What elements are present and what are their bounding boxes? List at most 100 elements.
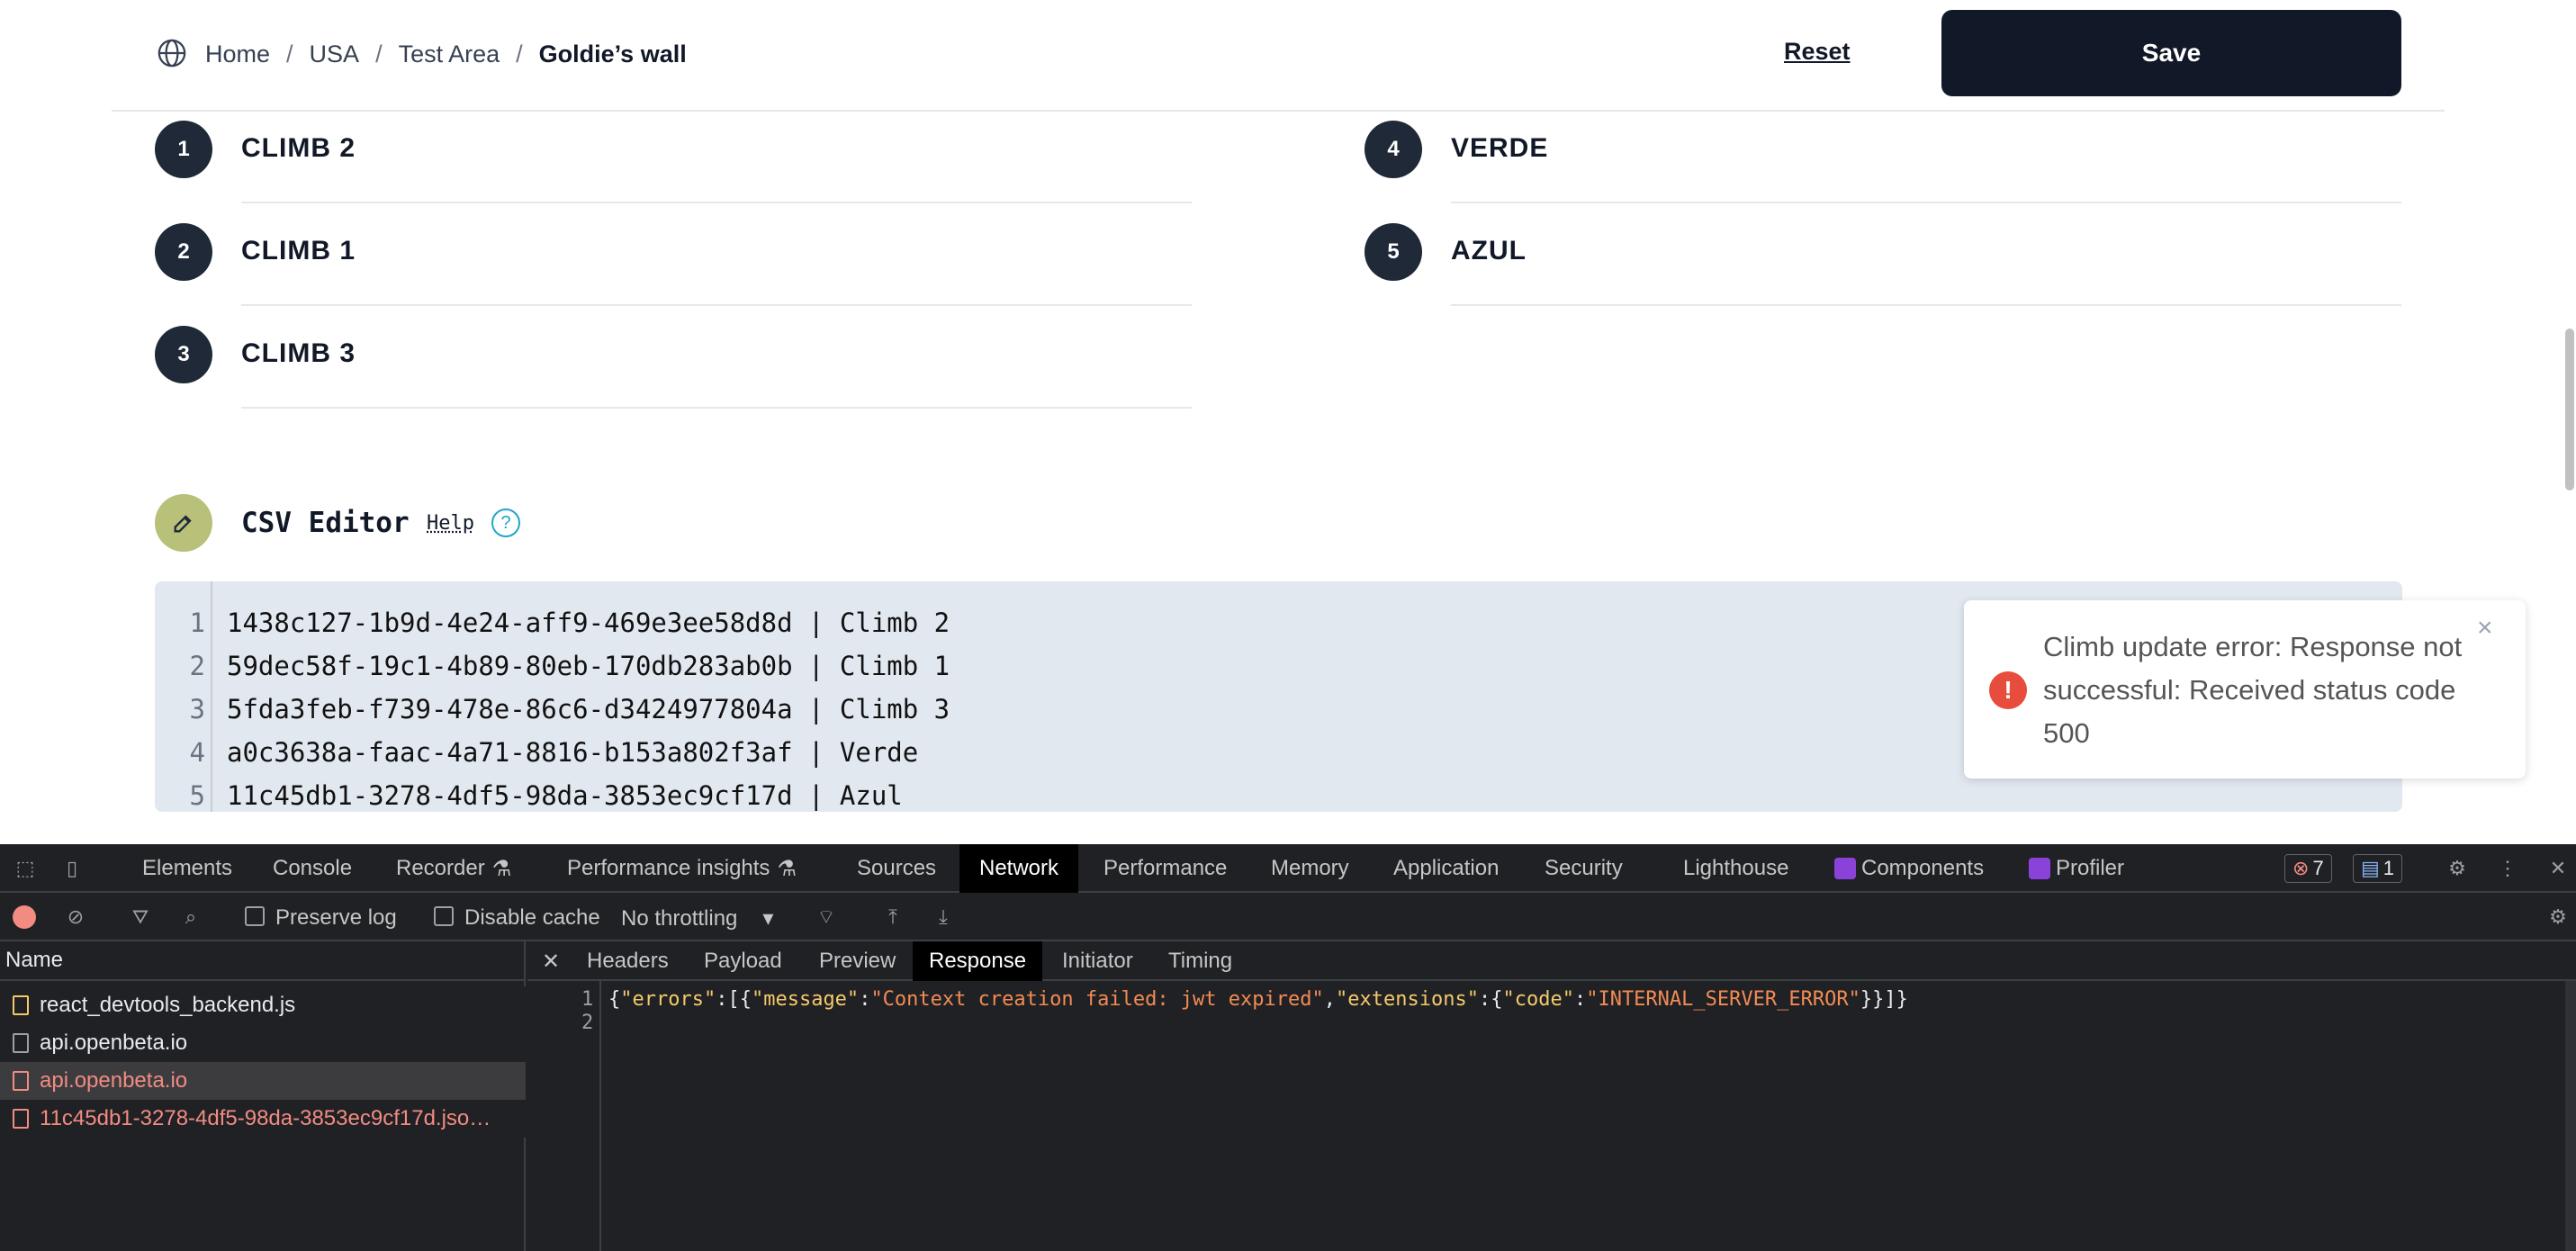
tab-label: Performance insights (567, 856, 770, 880)
upload-icon[interactable]: ⤒ (880, 904, 905, 930)
tab-timing[interactable]: Timing (1168, 941, 1232, 981)
line-number: 1 (581, 988, 594, 1011)
response-viewer[interactable]: 1 2 {"errors":[{"message":"Context creat… (527, 981, 2576, 1251)
close-icon[interactable]: × (2477, 613, 2493, 644)
devtools-tab-bar: ⬚ ▯ Elements Console Recorder ⚗ Performan… (0, 844, 2576, 893)
record-icon[interactable] (13, 905, 36, 929)
search-icon[interactable]: ⌕ (178, 904, 203, 930)
breadcrumb-test-area[interactable]: Test Area (399, 40, 500, 68)
climb-item[interactable]: 5 AZUL (1365, 223, 2401, 326)
breadcrumb-usa[interactable]: USA (310, 40, 360, 68)
tab-profiler[interactable]: Profiler (2029, 844, 2124, 893)
request-row[interactable]: api.openbeta.io (0, 1024, 526, 1062)
request-row-selected[interactable]: api.openbeta.io (0, 1062, 526, 1100)
climb-name: CLIMB 3 (241, 338, 356, 368)
climb-number-badge: 5 (1365, 223, 1422, 281)
tab-label: Components (1861, 856, 1985, 880)
throttling-value: No throttling (621, 906, 738, 931)
more-options-icon[interactable]: ⋮ (2495, 856, 2520, 881)
error-count: 7 (2312, 857, 2324, 879)
inspect-icon[interactable]: ⬚ (13, 856, 38, 881)
response-body: {"errors":[{"message":"Context creation … (608, 988, 1908, 1011)
line-text: 1438c127-1b9d-4e24-aff9-469e3ee58d8d | C… (227, 608, 950, 638)
response-token: "message" (751, 988, 860, 1011)
globe-icon (158, 39, 186, 68)
line-number: 5 (189, 780, 205, 811)
save-button[interactable]: Save (1941, 10, 2401, 96)
filter-icon[interactable]: ⛛ (128, 904, 153, 930)
tab-label: Profiler (2056, 856, 2125, 880)
climb-number-badge: 2 (155, 223, 212, 281)
climb-item[interactable]: 1 CLIMB 2 (155, 121, 1192, 223)
tab-recorder[interactable]: Recorder ⚗ (396, 844, 511, 893)
climb-item[interactable]: 3 CLIMB 3 (155, 326, 1192, 428)
detail-tab-bar: ✕ Headers Payload Preview Response Initi… (527, 941, 2576, 981)
preserve-log-label: Preserve log (275, 905, 397, 930)
request-name: api.openbeta.io (40, 1068, 188, 1093)
divider (1451, 202, 2401, 203)
request-row[interactable]: react_devtools_backend.js (0, 986, 526, 1024)
close-icon[interactable]: ✕ (542, 941, 560, 981)
response-token: : (859, 988, 871, 1011)
tab-lighthouse[interactable]: Lighthouse (1683, 844, 1788, 893)
throttling-select[interactable]: No throttling ▾ (621, 905, 773, 932)
request-list: Name react_devtools_backend.js api.openb… (0, 941, 526, 1251)
download-icon[interactable]: ⤓ (931, 904, 956, 930)
tab-elements[interactable]: Elements (142, 844, 232, 893)
response-token: "extensions" (1336, 988, 1479, 1011)
tab-preview[interactable]: Preview (819, 941, 896, 981)
name-column-header[interactable]: Name (0, 941, 526, 981)
reset-button[interactable]: Reset (1784, 38, 1851, 66)
help-icon[interactable]: ? (491, 508, 520, 537)
error-count-badge[interactable]: ⊗ 7 (2284, 854, 2332, 883)
response-token: : (1573, 988, 1587, 1011)
gear-icon[interactable]: ⚙ (2445, 856, 2470, 881)
gear-icon[interactable]: ⚙ (2545, 904, 2571, 930)
flask-icon: ⚗ (777, 856, 797, 881)
tab-components[interactable]: Components (1834, 844, 1984, 893)
climb-item[interactable]: 2 CLIMB 1 (155, 223, 1192, 326)
tab-payload[interactable]: Payload (704, 941, 782, 981)
tab-memory[interactable]: Memory (1271, 844, 1349, 893)
page-scrollbar[interactable] (2565, 328, 2574, 490)
disable-cache-checkbox[interactable] (434, 906, 454, 926)
climb-number-badge: 4 (1365, 121, 1422, 178)
clear-icon[interactable]: ⊘ (63, 904, 88, 930)
climb-number-badge: 1 (155, 121, 212, 178)
edit-icon (155, 494, 212, 552)
climb-item[interactable]: 4 VERDE (1365, 121, 2401, 223)
toast-message: Climb update error: Response not success… (2043, 631, 2463, 749)
tab-application[interactable]: Application (1393, 844, 1499, 893)
line-gutter: 1 2 (527, 981, 601, 1251)
tab-performance[interactable]: Performance (1103, 844, 1227, 893)
tab-initiator[interactable]: Initiator (1062, 941, 1133, 981)
breadcrumb-home[interactable]: Home (205, 40, 270, 68)
device-toolbar-icon[interactable]: ▯ (59, 856, 85, 881)
network-conditions-icon[interactable]: ⌔ (814, 904, 839, 930)
error-icon: ! (1989, 671, 2027, 709)
response-scrollbar[interactable] (2565, 981, 2576, 1251)
script-file-icon (13, 995, 29, 1015)
devtools-panel: ⬚ ▯ Elements Console Recorder ⚗ Performan… (0, 844, 2576, 1251)
message-count-badge[interactable]: ▤ 1 (2353, 854, 2403, 883)
close-icon[interactable]: ✕ (2545, 856, 2571, 881)
response-token: "code" (1502, 988, 1574, 1011)
preserve-log-checkbox[interactable] (245, 906, 265, 926)
line-text: a0c3638a-faac-4a71-8816-b153a802f3af | V… (227, 737, 919, 768)
tab-console[interactable]: Console (273, 844, 352, 893)
tab-response[interactable]: Response (913, 941, 1043, 981)
response-token: :{ (1478, 988, 1503, 1011)
tab-sources[interactable]: Sources (857, 844, 936, 893)
breadcrumb: Home / USA / Test Area / Goldie’s wall (205, 38, 687, 70)
help-link[interactable]: Help (427, 512, 474, 535)
tab-security[interactable]: Security (1545, 844, 1623, 893)
tab-performance-insights[interactable]: Performance insights ⚗ (567, 844, 797, 893)
tab-network[interactable]: Network (959, 844, 1079, 893)
tab-headers[interactable]: Headers (587, 941, 669, 981)
message-icon: ▤ (2361, 857, 2380, 879)
request-row[interactable]: 11c45db1-3278-4df5-98da-3853ec9cf17d.jso… (0, 1100, 526, 1138)
climb-number-badge: 3 (155, 326, 212, 383)
error-toast: ! Climb update error: Response not succe… (1964, 600, 2526, 778)
climb-name: CLIMB 1 (241, 236, 356, 266)
editor-line[interactable]: 5 11c45db1-3278-4df5-98da-3853ec9cf17d |… (155, 774, 2402, 812)
